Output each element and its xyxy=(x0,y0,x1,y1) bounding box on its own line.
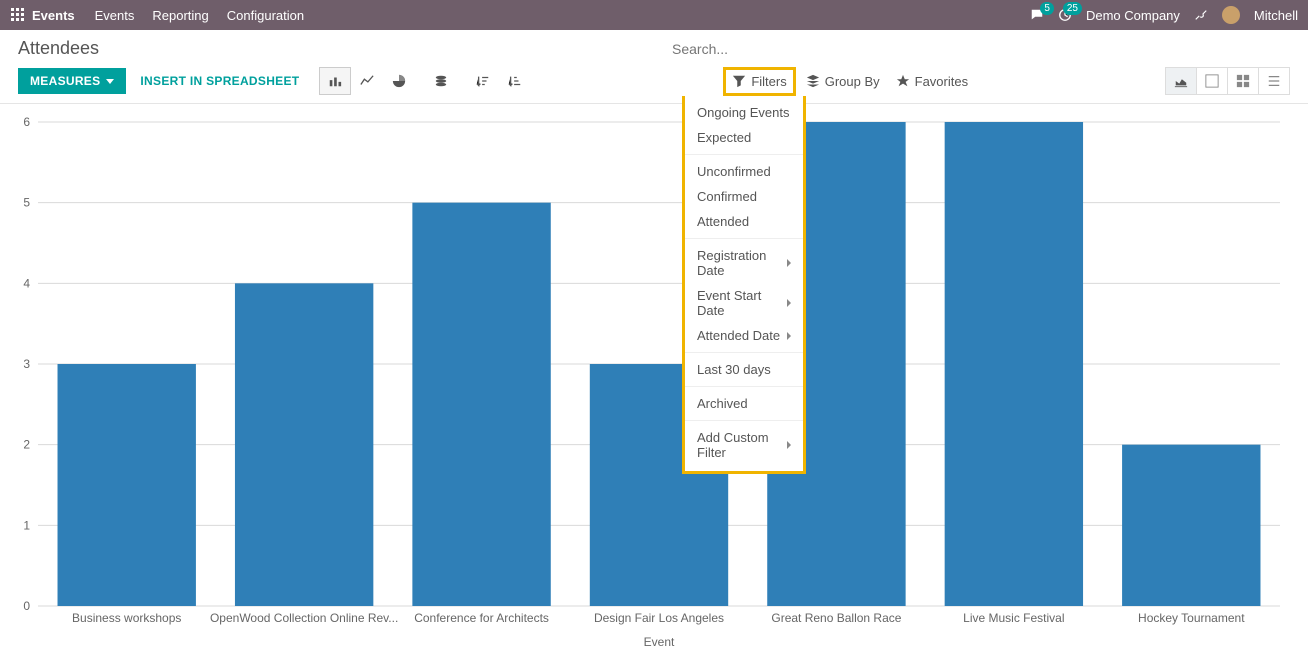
svg-text:OpenWood Collection Online Rev: OpenWood Collection Online Rev... xyxy=(210,611,398,625)
bar-chart-svg: 0 1 2 3 4 5 6 Business workshops OpenWood Collec… xyxy=(18,112,1290,648)
graph-view-button[interactable] xyxy=(1165,67,1197,95)
filter-expected[interactable]: Expected xyxy=(685,125,803,150)
caret-right-icon xyxy=(787,332,791,340)
insert-spreadsheet-button[interactable]: INSERT IN SPREADSHEET xyxy=(140,74,299,88)
user-name[interactable]: Mitchell xyxy=(1254,8,1298,23)
filter-attended[interactable]: Attended xyxy=(685,209,803,234)
debug-icon[interactable] xyxy=(1194,8,1208,22)
top-nav: Events Events Reporting Configuration 5 … xyxy=(0,0,1308,30)
company-switcher[interactable]: Demo Company xyxy=(1086,8,1180,23)
sort-asc-button[interactable] xyxy=(499,67,531,95)
favorites-label: Favorites xyxy=(915,74,968,89)
avatar[interactable] xyxy=(1222,6,1240,24)
svg-text:1: 1 xyxy=(23,518,30,532)
svg-text:0: 0 xyxy=(23,599,30,613)
svg-text:5: 5 xyxy=(23,196,30,210)
nav-link-events[interactable]: Events xyxy=(95,8,135,23)
caret-down-icon xyxy=(106,79,114,84)
nav-link-reporting[interactable]: Reporting xyxy=(152,8,208,23)
line-chart-button[interactable] xyxy=(351,67,383,95)
measures-label: MEASURES xyxy=(30,74,100,88)
stacked-button[interactable] xyxy=(425,67,457,95)
filters-label: Filters xyxy=(751,74,786,89)
bar-chart-button[interactable] xyxy=(319,67,351,95)
filters-dropdown: Ongoing Events Expected Unconfirmed Conf… xyxy=(682,96,806,474)
search-input[interactable] xyxy=(670,40,1294,58)
toolbar: MEASURES INSERT IN SPREADSHEET Filters G… xyxy=(0,63,1308,104)
filter-ongoing-events[interactable]: Ongoing Events xyxy=(685,100,803,125)
svg-text:Live Music Festival: Live Music Festival xyxy=(963,611,1064,625)
chart: 0 1 2 3 4 5 6 Business workshops OpenWood Collec… xyxy=(18,112,1290,648)
favorites-button[interactable]: Favorites xyxy=(896,74,968,89)
svg-text:Event: Event xyxy=(644,635,675,648)
pivot-view-button[interactable] xyxy=(1196,67,1228,95)
group-by-button[interactable]: Group By xyxy=(806,74,880,89)
caret-right-icon xyxy=(787,441,791,449)
filters-button[interactable]: Filters xyxy=(723,67,795,96)
caret-right-icon xyxy=(787,259,791,267)
activities-button[interactable]: 25 xyxy=(1058,8,1072,22)
filter-last-30-days[interactable]: Last 30 days xyxy=(685,357,803,382)
caret-right-icon xyxy=(787,299,791,307)
group-by-label: Group By xyxy=(825,74,880,89)
filter-event-start-date[interactable]: Event Start Date xyxy=(685,283,803,323)
filter-registration-date[interactable]: Registration Date xyxy=(685,243,803,283)
messages-badge: 5 xyxy=(1040,2,1054,15)
svg-text:Design Fair Los Angeles: Design Fair Los Angeles xyxy=(594,611,724,625)
view-switcher xyxy=(1166,67,1290,95)
activities-badge: 25 xyxy=(1063,2,1082,15)
chart-type-group xyxy=(319,67,531,95)
svg-text:6: 6 xyxy=(23,115,30,129)
filter-add-custom[interactable]: Add Custom Filter xyxy=(685,425,803,465)
star-icon xyxy=(896,74,910,88)
page-title: Attendees xyxy=(18,38,99,59)
app-brand[interactable]: Events xyxy=(32,8,75,23)
measures-button[interactable]: MEASURES xyxy=(18,68,126,94)
search-controls: Filters Group By Favorites xyxy=(729,71,968,92)
control-panel: Attendees xyxy=(0,30,1308,63)
sort-desc-button[interactable] xyxy=(467,67,499,95)
apps-icon[interactable] xyxy=(10,7,26,23)
messages-button[interactable]: 5 xyxy=(1030,8,1044,22)
pie-chart-button[interactable] xyxy=(383,67,415,95)
nav-link-configuration[interactable]: Configuration xyxy=(227,8,304,23)
svg-text:4: 4 xyxy=(23,276,30,290)
kanban-view-button[interactable] xyxy=(1227,67,1259,95)
svg-text:3: 3 xyxy=(23,357,30,371)
svg-text:Hockey Tournament: Hockey Tournament xyxy=(1138,611,1245,625)
svg-text:Conference for Architects: Conference for Architects xyxy=(414,611,549,625)
filter-confirmed[interactable]: Confirmed xyxy=(685,184,803,209)
list-view-button[interactable] xyxy=(1258,67,1290,95)
svg-text:Business workshops: Business workshops xyxy=(72,611,181,625)
layers-icon xyxy=(806,74,820,88)
funnel-icon xyxy=(732,74,746,88)
filter-unconfirmed[interactable]: Unconfirmed xyxy=(685,159,803,184)
filter-archived[interactable]: Archived xyxy=(685,391,803,416)
filter-attended-date[interactable]: Attended Date xyxy=(685,323,803,348)
svg-text:2: 2 xyxy=(23,438,30,452)
svg-text:Great Reno Ballon Race: Great Reno Ballon Race xyxy=(771,611,901,625)
